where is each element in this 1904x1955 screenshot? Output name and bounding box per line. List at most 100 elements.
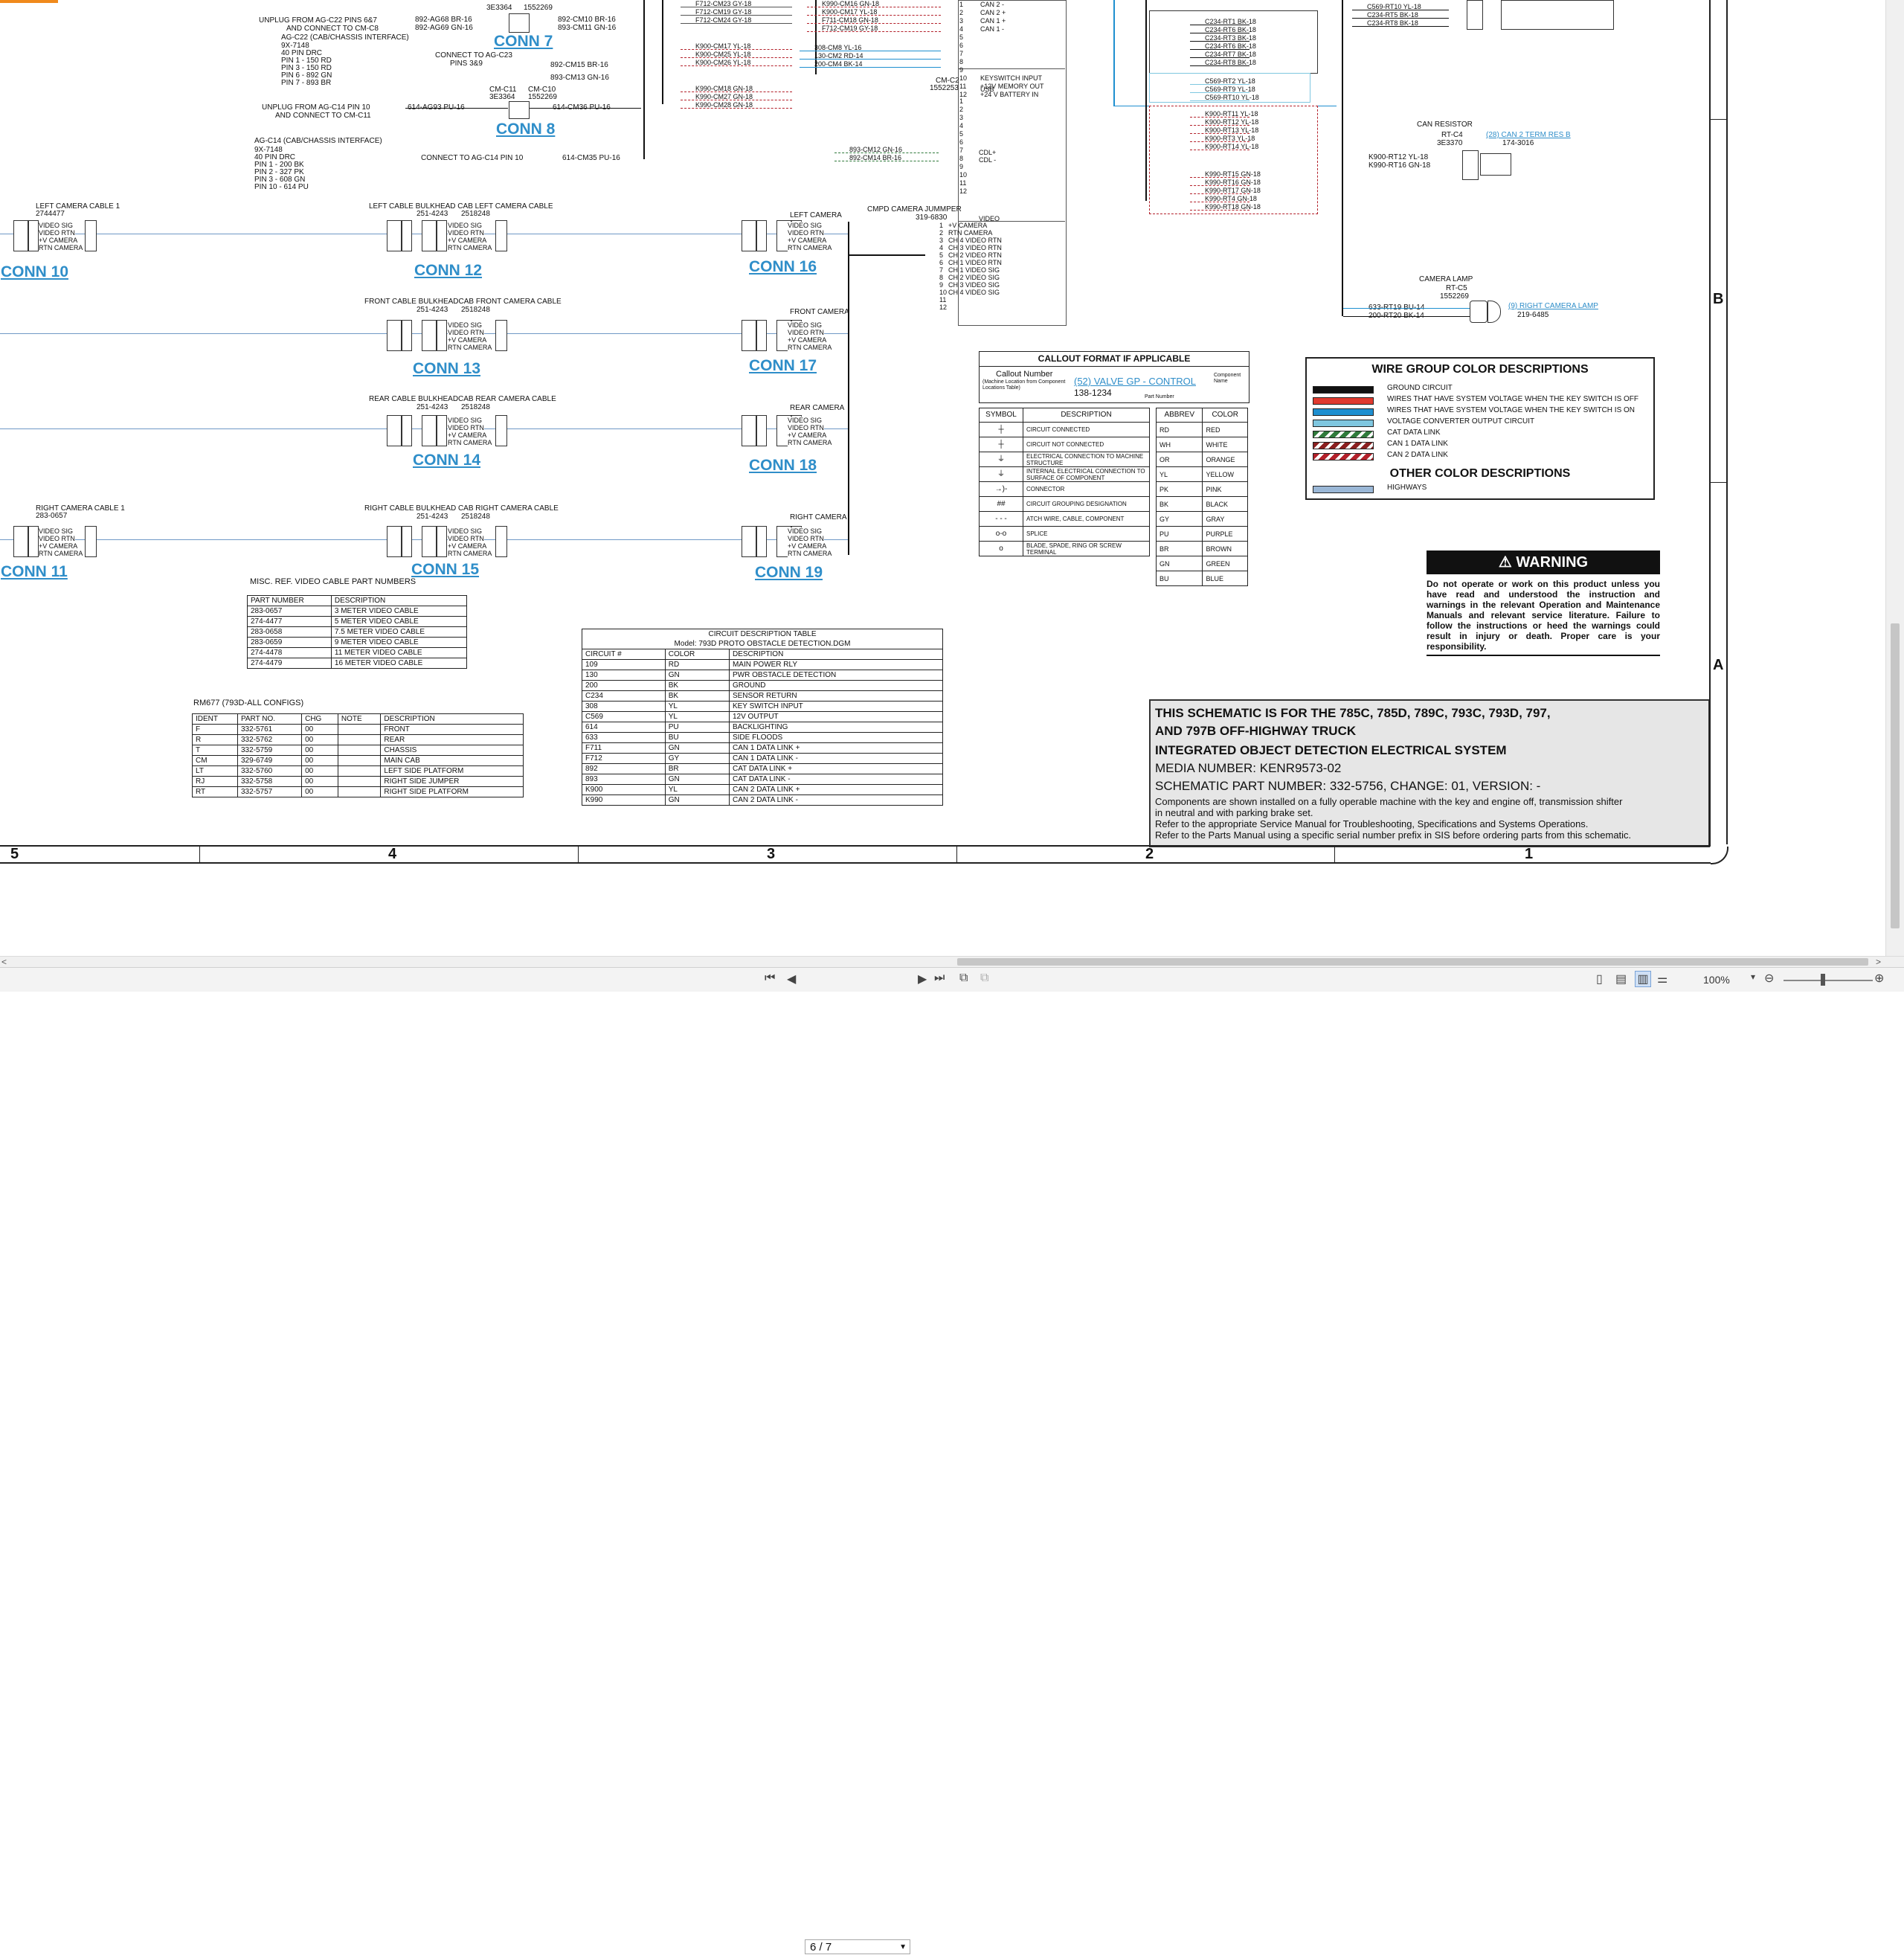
conn-12-link[interactable]: CONN 12: [414, 262, 482, 280]
signal-label: VIDEO RTN: [448, 229, 484, 237]
conn-8-link[interactable]: CONN 8: [496, 121, 555, 138]
horizontal-scroll-thumb[interactable]: [957, 958, 1868, 966]
border-right: [1709, 0, 1711, 847]
facing-view-icon[interactable]: ⚌: [1657, 972, 1667, 986]
table-cell: C569: [582, 711, 666, 722]
page-number-input[interactable]: 6 / 7 ▼: [805, 1939, 910, 1954]
zone-tick: [1711, 482, 1727, 483]
table-cell: CAN 2 DATA LINK +: [728, 784, 944, 795]
title-note-1: Components are shown installed on a full…: [1155, 796, 1623, 807]
camera-lamp-label: CAMERA LAMP: [1419, 275, 1473, 283]
pin-number: 7: [959, 147, 964, 154]
zoom-level-text[interactable]: 100%: [1703, 974, 1730, 986]
horizontal-scrollbar[interactable]: < >: [0, 956, 1904, 968]
conn-11-link[interactable]: CONN 11: [1, 563, 68, 581]
legend-label: CAN 1 DATA LINK: [1387, 440, 1448, 448]
border-bottom: [0, 845, 1711, 847]
table-row: GN GREEN: [1155, 556, 1248, 571]
first-page-button[interactable]: ⏮: [765, 972, 775, 985]
can-res-link[interactable]: (28) CAN 2 TERM RES B: [1486, 131, 1571, 139]
wire: [1352, 18, 1449, 19]
legend-row: CAN 1 DATA LINK: [1313, 440, 1647, 450]
table-row: 200 BK GROUND: [582, 680, 944, 691]
last-page-button[interactable]: ⏭: [934, 972, 945, 985]
connector-block: [402, 526, 412, 557]
table-row: K990 GN CAN 2 DATA LINK -: [582, 794, 944, 806]
pin-number: 8: [959, 58, 964, 65]
table-row: o-o SPLICE: [979, 526, 1150, 542]
wire-label: 892-CM15 BR-16: [550, 61, 608, 69]
note-agc22-title: AG-C22 (CAB/CHASSIS INTERFACE): [281, 33, 409, 42]
camera-label: FRONT CAMERA: [790, 308, 849, 316]
table-cell: 332-5759: [237, 745, 303, 756]
right-camera-lamp-link[interactable]: (9) RIGHT CAMERA LAMP: [1508, 302, 1598, 310]
previous-page-icon[interactable]: ◀: [787, 972, 796, 986]
table-row: C569 YL 12V OUTPUT: [582, 711, 944, 722]
vertical-scrollbar[interactable]: [1885, 0, 1904, 967]
wire: [1190, 210, 1250, 211]
wire-label: 893-CM11 GN-16: [558, 24, 617, 32]
conn-14-link[interactable]: CONN 14: [413, 452, 480, 469]
signal-label: VIDEO RTN: [448, 329, 484, 336]
wire-label: 892-CM10 BR-16: [558, 16, 616, 24]
border-right-outer: [1726, 0, 1728, 844]
conn-16-link[interactable]: CONN 16: [749, 258, 817, 276]
zoom-out-icon[interactable]: ⊖: [1764, 971, 1774, 986]
cable-title: FRONT CABLE BULKHEADCAB FRONT CAMERA CAB…: [364, 298, 562, 306]
camera-bus-feed: [848, 254, 925, 256]
vertical-scroll-thumb[interactable]: [1891, 623, 1900, 928]
table-cell: REAR: [380, 734, 524, 745]
signal-label: RTN CAMERA: [788, 439, 832, 446]
wire: [681, 108, 792, 109]
table-row: F 332-5761 00 FRONT: [192, 724, 524, 735]
conn-19-link[interactable]: CONN 19: [755, 564, 823, 582]
table-cell: GY: [664, 753, 730, 764]
scroll-left-arrow[interactable]: <: [1, 957, 7, 967]
continuous-view-icon[interactable]: ▤: [1615, 972, 1627, 986]
lamp-connector: [1470, 301, 1488, 323]
chevron-down-icon[interactable]: ▼: [899, 1940, 907, 1955]
table-cell: F712: [582, 753, 666, 764]
wire-label: K900-RT12 YL-18: [1368, 153, 1429, 161]
conn-18-link[interactable]: CONN 18: [749, 457, 817, 475]
connector-block: [422, 526, 437, 557]
zoom-dropdown-icon[interactable]: ▾: [1751, 972, 1755, 982]
zoom-slider-track[interactable]: [1784, 980, 1873, 981]
single-page-view-icon[interactable]: ▯: [1596, 972, 1603, 986]
copy-icon[interactable]: ⧉: [959, 972, 968, 985]
conn-10-link[interactable]: CONN 10: [1, 263, 68, 281]
table-cell: RT: [192, 786, 238, 797]
signal-label: VIDEO SIG: [788, 417, 823, 424]
pin-number: 5: [959, 33, 964, 41]
cdl-plus-label: CDL+: [979, 149, 997, 156]
table-cell: PU: [664, 722, 730, 733]
table-cell: BU: [1155, 571, 1203, 586]
paste-icon[interactable]: ⧉: [980, 972, 988, 985]
table-cell: PK: [1155, 481, 1203, 497]
wire: [1190, 177, 1250, 178]
pin-number: 9: [959, 66, 964, 74]
callout-example-link[interactable]: (52) VALVE GP - CONTROL: [1074, 376, 1196, 386]
table-cell: GRAY: [1202, 511, 1248, 527]
two-page-view-icon[interactable]: ▥: [1635, 971, 1651, 987]
table-row: BU BLUE: [1155, 571, 1248, 586]
conn-15-link[interactable]: CONN 15: [411, 561, 479, 579]
table-cell: 614: [582, 722, 666, 733]
conn-7-link[interactable]: CONN 7: [494, 33, 553, 51]
conn-17-link[interactable]: CONN 17: [749, 357, 817, 375]
table-header: PART NUMBER DESCRIPTION: [247, 595, 468, 606]
wire: [681, 65, 792, 66]
scroll-right-arrow[interactable]: >: [1876, 957, 1881, 967]
pin-number: 7: [939, 266, 944, 274]
next-page-icon[interactable]: ▶: [918, 972, 927, 986]
table-cell: RED: [1202, 422, 1248, 437]
table-row: BK BLACK: [1155, 496, 1248, 512]
conn-13-link[interactable]: CONN 13: [413, 360, 480, 378]
zoom-slider-handle[interactable]: [1821, 974, 1825, 986]
zoom-in-icon[interactable]: ⊕: [1874, 971, 1884, 986]
table-cell: [337, 786, 382, 797]
table-cell: CAN 1 DATA LINK -: [728, 753, 944, 764]
table-row: WH WHITE: [1155, 437, 1248, 452]
table-cell: 893: [582, 774, 666, 785]
table-cell: 283-0657: [247, 606, 332, 617]
